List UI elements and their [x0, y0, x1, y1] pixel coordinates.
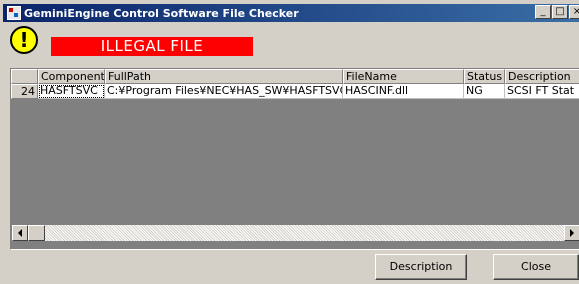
cell-fullpath[interactable]: C:¥Program Files¥NEC¥HAS_SW¥HASFTSVC	[105, 84, 343, 99]
arrow-left-icon	[18, 229, 22, 237]
grid-header-row: Component FullPath FileName Status Descr…	[11, 69, 579, 84]
file-list-grid[interactable]: Component FullPath FileName Status Descr…	[10, 68, 579, 250]
cell-filename[interactable]: HASCINF.dll	[343, 84, 464, 99]
close-window-button[interactable]: ×	[569, 5, 579, 19]
window-controls: _ □ ×	[534, 5, 579, 19]
illegal-file-banner: ILLEGAL FILE	[51, 37, 253, 56]
app-icon[interactable]	[7, 6, 21, 20]
column-header-component[interactable]: Component	[38, 69, 105, 84]
title-bar[interactable]: GeminiEngine Control Software File Check…	[3, 4, 579, 22]
description-button[interactable]: Description	[375, 254, 467, 280]
column-header-fullpath[interactable]: FullPath	[105, 69, 343, 84]
cell-status[interactable]: NG	[464, 84, 505, 99]
column-header-filename[interactable]: FileName	[343, 69, 464, 84]
window-title: GeminiEngine Control Software File Check…	[24, 6, 299, 20]
scroll-right-button[interactable]	[564, 225, 579, 241]
cell-component[interactable]: HASFTSVC	[38, 84, 105, 99]
scrollbar-thumb[interactable]	[28, 225, 45, 241]
table-row[interactable]: 24 HASFTSVC C:¥Program Files¥NEC¥HAS_SW¥…	[11, 84, 579, 99]
horizontal-scrollbar[interactable]	[12, 225, 579, 241]
scroll-left-button[interactable]	[12, 225, 28, 241]
column-header-status[interactable]: Status	[464, 69, 505, 84]
arrow-right-icon	[570, 229, 574, 237]
maximize-button[interactable]: □	[552, 5, 568, 19]
warning-glyph: !	[19, 28, 29, 52]
cell-description[interactable]: SCSI FT Stat	[505, 84, 579, 99]
minimize-button[interactable]: _	[535, 5, 551, 19]
row-number[interactable]: 24	[11, 84, 38, 99]
row-number-header	[11, 69, 38, 84]
close-button[interactable]: Close	[493, 254, 579, 280]
column-header-description[interactable]: Description	[505, 69, 579, 84]
exclamation-warning-icon: !	[10, 26, 38, 54]
file-checker-window: GeminiEngine Control Software File Check…	[0, 0, 579, 284]
